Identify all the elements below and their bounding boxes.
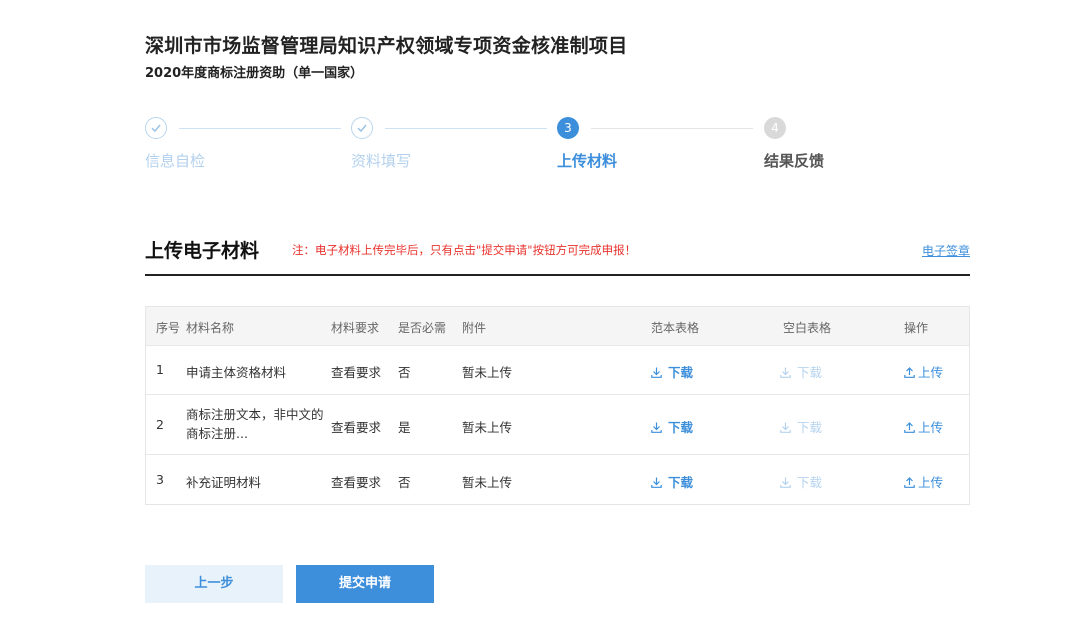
- upload-button[interactable]: 上传: [904, 417, 943, 436]
- step-label: 结果反馈: [764, 152, 825, 170]
- previous-step-button[interactable]: 上一步: [145, 565, 283, 603]
- template-download-button[interactable]: 下载: [651, 472, 693, 491]
- table-row: 3 补充证明材料 查看要求 否 暂未上传 下载 下载 上传: [146, 454, 969, 504]
- download-icon: [651, 367, 662, 378]
- submit-application-button[interactable]: 提交申请: [296, 565, 434, 603]
- blank-download-button[interactable]: 下载: [780, 472, 822, 491]
- upload-button[interactable]: 上传: [904, 362, 943, 381]
- download-label: 下载: [797, 420, 823, 435]
- progress-stepper: 信息自检 资料填写 3 上传材料 4 结果反馈: [145, 117, 970, 177]
- warning-note: 注：电子材料上传完毕后，只有点击"提交申请"按钮方可完成申报！: [292, 243, 637, 257]
- step-label: 上传材料: [557, 152, 618, 170]
- section-title: 上传电子材料: [145, 240, 260, 262]
- blank-download-button[interactable]: 下载: [780, 362, 822, 381]
- col-operation: 操作: [904, 321, 929, 335]
- upload-icon: [904, 367, 915, 378]
- download-label: 下载: [668, 420, 694, 435]
- attachment-status: 暂未上传: [462, 420, 513, 435]
- check-icon: [145, 117, 167, 139]
- download-icon: [780, 367, 791, 378]
- step-label: 信息自检: [145, 152, 206, 170]
- download-icon: [651, 422, 662, 433]
- upload-label: 上传: [918, 365, 944, 380]
- row-number: 3: [156, 472, 164, 487]
- step-connector: [179, 128, 341, 129]
- table-row: 1 申请主体资格材料 查看要求 否 暂未上传 下载 下载 上传: [146, 345, 969, 394]
- material-name: 申请主体资格材料: [186, 365, 287, 380]
- col-required: 是否必需: [398, 321, 447, 335]
- template-download-button[interactable]: 下载: [651, 417, 693, 436]
- e-signature-link[interactable]: 电子签章: [922, 242, 970, 259]
- step-connector: [385, 128, 547, 129]
- col-requirement: 材料要求: [331, 321, 380, 335]
- download-label: 下载: [668, 365, 694, 380]
- table-row: 2 商标注册文本，非中文的商标注册... 查看要求 是 暂未上传 下载 下载 上…: [146, 394, 969, 454]
- upload-button[interactable]: 上传: [904, 472, 943, 491]
- attachment-status: 暂未上传: [462, 475, 513, 490]
- view-requirement-link[interactable]: 查看要求: [331, 362, 381, 381]
- page-subtitle: 2020年度商标注册资助（单一国家）: [145, 66, 364, 81]
- required-value: 否: [398, 365, 411, 380]
- upload-icon: [904, 422, 915, 433]
- download-icon: [651, 477, 662, 488]
- page-title: 深圳市市场监督管理局知识产权领域专项资金核准制项目: [145, 35, 628, 57]
- section-header: 上传电子材料 注：电子材料上传完毕后，只有点击"提交申请"按钮方可完成申报！ 电…: [145, 236, 970, 276]
- col-template: 范本表格: [651, 321, 700, 335]
- check-icon: [351, 117, 373, 139]
- required-value: 是: [398, 420, 411, 435]
- upload-label: 上传: [918, 475, 944, 490]
- material-name: 补充证明材料: [186, 475, 262, 490]
- blank-download-button[interactable]: 下载: [780, 417, 822, 436]
- required-value: 否: [398, 475, 411, 490]
- attachment-status: 暂未上传: [462, 365, 513, 380]
- step-label: 资料填写: [351, 152, 412, 170]
- table-header: 序号 材料名称 材料要求 是否必需 附件 范本表格 空白表格 操作: [146, 307, 969, 345]
- page: 深圳市市场监督管理局知识产权领域专项资金核准制项目 2020年度商标注册资助（单…: [145, 0, 970, 633]
- download-icon: [780, 422, 791, 433]
- col-no: 序号: [156, 321, 181, 335]
- template-download-button[interactable]: 下载: [651, 362, 693, 381]
- col-blank: 空白表格: [783, 321, 832, 335]
- view-requirement-link[interactable]: 查看要求: [331, 472, 381, 491]
- col-name: 材料名称: [186, 321, 235, 335]
- row-number: 2: [156, 417, 164, 432]
- step-number: 4: [764, 117, 786, 139]
- upload-icon: [904, 477, 915, 488]
- view-requirement-link[interactable]: 查看要求: [331, 417, 381, 436]
- download-label: 下载: [668, 475, 694, 490]
- materials-table: 序号 材料名称 材料要求 是否必需 附件 范本表格 空白表格 操作 1 申请主体…: [145, 306, 970, 505]
- download-label: 下载: [797, 365, 823, 380]
- download-label: 下载: [797, 475, 823, 490]
- download-icon: [780, 477, 791, 488]
- material-name: 商标注册文本，非中文的商标注册...: [186, 407, 324, 441]
- step-number: 3: [557, 117, 579, 139]
- row-number: 1: [156, 362, 164, 377]
- step-connector: [591, 128, 753, 129]
- upload-label: 上传: [918, 420, 944, 435]
- col-attachment: 附件: [462, 321, 487, 335]
